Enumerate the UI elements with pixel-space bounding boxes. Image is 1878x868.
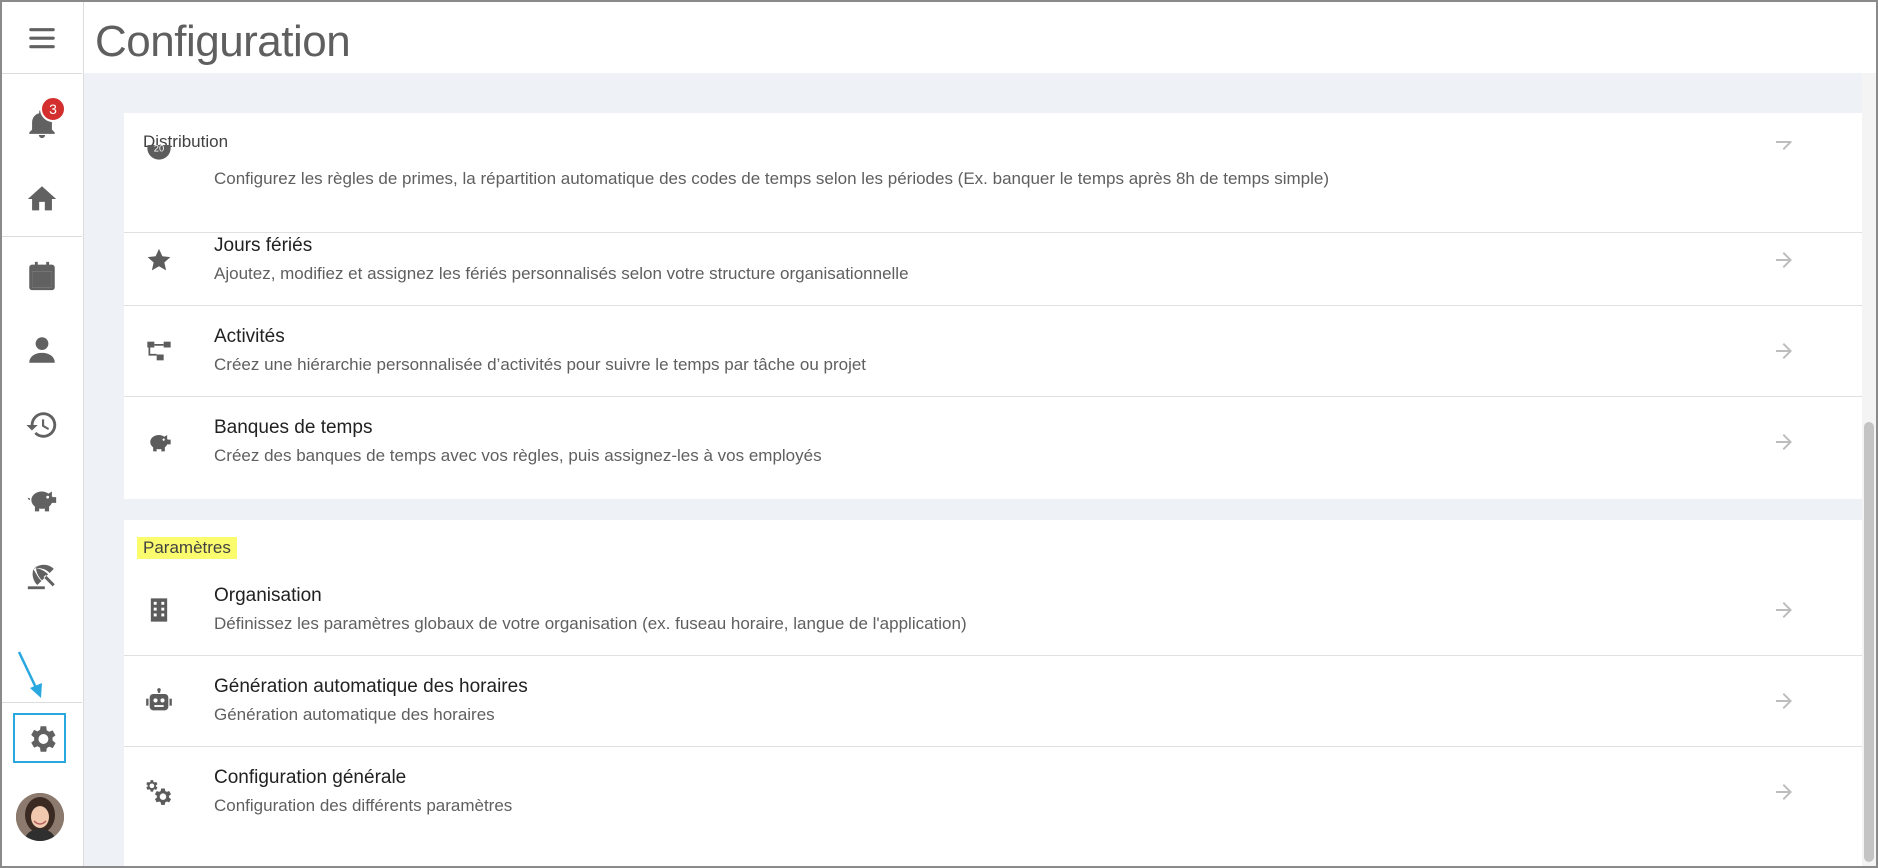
- list-item-activites[interactable]: Activités Créez une hiérarchie personnal…: [124, 306, 1862, 397]
- list-item-title: Organisation: [214, 585, 322, 606]
- arrow-right-icon: [1772, 689, 1796, 713]
- gear-icon[interactable]: [2, 709, 82, 769]
- list-item-title: Banques de temps: [214, 417, 373, 438]
- app-window: 3 Configuration Distribution 20 Configur…: [0, 0, 1878, 868]
- history-icon[interactable]: [2, 395, 82, 455]
- list-item-jours-feries[interactable]: Jours fériés Ajoutez, modifiez et assign…: [124, 215, 1862, 306]
- list-item-description: Ajoutez, modifiez et assignez les fériés…: [214, 264, 909, 283]
- arrow-right-icon: [1772, 248, 1796, 272]
- list-item-generation-horaires[interactable]: Génération automatique des horaires Géné…: [124, 656, 1862, 747]
- page-header: Configuration: [84, 2, 1876, 73]
- menu-icon[interactable]: [2, 8, 82, 68]
- list-item-description: Configuration des différents paramètres: [214, 796, 513, 815]
- arrow-right-icon: [1772, 339, 1796, 363]
- pointer-arrow-icon: [17, 651, 42, 698]
- scrollbar-thumb[interactable]: [1864, 422, 1874, 862]
- section-title-parametres: Paramètres: [137, 537, 237, 559]
- notification-badge: 3: [40, 96, 66, 122]
- list-item-configuration-generale[interactable]: Configuration générale Configuration des…: [124, 747, 1862, 838]
- avatar[interactable]: [16, 793, 64, 841]
- parametres-card: Paramètres Organisation Définissez les p…: [124, 520, 1862, 866]
- sidebar: 3: [2, 2, 84, 866]
- list-item-description: Définissez les paramètres globaux de vot…: [214, 614, 967, 633]
- main-content: Distribution 20 Configurez les règles de…: [84, 73, 1862, 866]
- list-item-banques-de-temps[interactable]: Banques de temps Créez des banques de te…: [124, 397, 1862, 488]
- distribution-card: Distribution 20 Configurez les règles de…: [124, 113, 1862, 499]
- building-icon: [142, 593, 176, 627]
- home-icon[interactable]: [2, 169, 82, 229]
- list-item-organisation[interactable]: Organisation Définissez les paramètres g…: [124, 565, 1862, 656]
- arrow-right-icon: [1772, 141, 1796, 153]
- person-icon[interactable]: [2, 320, 82, 380]
- clock-20-icon: 20: [142, 145, 176, 165]
- piggy-bank-icon[interactable]: [2, 470, 82, 530]
- arrow-right-icon: [1772, 430, 1796, 454]
- list-item-title: Jours fériés: [214, 235, 313, 256]
- page-title: Configuration: [95, 17, 351, 66]
- list-item-title: Activités: [214, 326, 285, 347]
- robot-icon: [142, 684, 176, 718]
- list-item-description: Créez des banques de temps avec vos règl…: [214, 446, 822, 465]
- arrow-right-icon: [1772, 598, 1796, 622]
- calendar-icon[interactable]: [2, 246, 82, 306]
- list-item-description: Créez une hiérarchie personnalisée d’act…: [214, 355, 867, 374]
- arrow-right-icon: [1772, 780, 1796, 804]
- gears-icon: [142, 775, 176, 809]
- hierarchy-icon: [142, 334, 176, 368]
- list-item-title: Configuration générale: [214, 767, 407, 788]
- list-item-description: Configurez les règles de primes, la répa…: [214, 169, 1330, 188]
- list-item-description: Génération automatique des horaires: [214, 705, 495, 724]
- piggy-bank-icon: [142, 425, 176, 459]
- svg-text:20: 20: [154, 145, 164, 154]
- list-item-title: Génération automatique des horaires: [214, 676, 528, 697]
- beach-umbrella-icon[interactable]: [2, 545, 82, 605]
- star-icon: [142, 243, 176, 277]
